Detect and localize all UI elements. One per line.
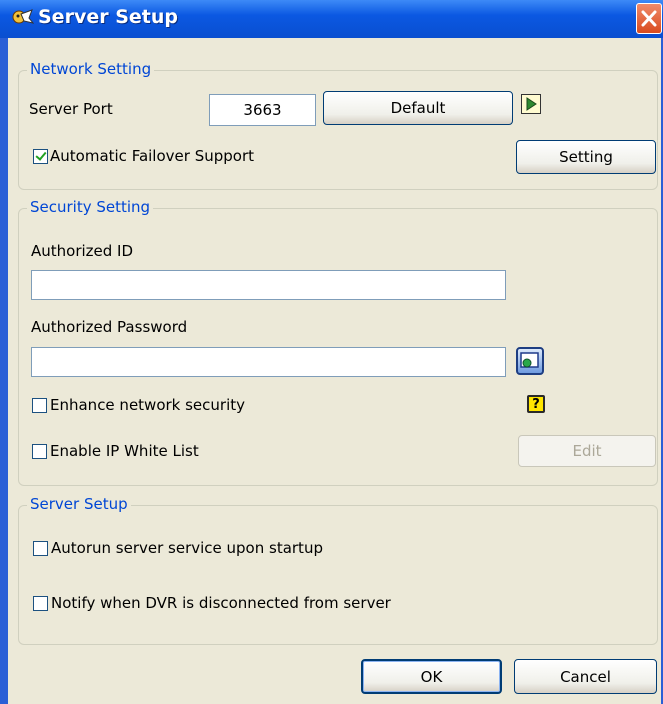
notify-label[interactable]: Notify when DVR is disconnected from ser… (51, 594, 391, 612)
password-tool-button[interactable] (516, 347, 544, 375)
ok-button[interactable]: OK (361, 659, 502, 694)
security-setting-legend: Security Setting (27, 198, 154, 216)
authorized-id-input[interactable] (31, 270, 506, 300)
autorun-checkbox[interactable] (33, 541, 48, 556)
help-question-icon[interactable]: ? (527, 395, 545, 413)
enhance-security-label[interactable]: Enhance network security (50, 396, 245, 414)
window-title: Server Setup (38, 6, 178, 28)
authorized-password-label: Authorized Password (31, 318, 188, 336)
edit-button: Edit (518, 435, 656, 467)
server-setup-legend: Server Setup (27, 495, 131, 513)
failover-checkbox[interactable] (33, 149, 48, 164)
ip-whitelist-checkbox[interactable] (32, 444, 47, 459)
ip-whitelist-label[interactable]: Enable IP White List (50, 442, 199, 460)
enhance-security-checkbox[interactable] (32, 398, 47, 413)
default-button[interactable]: Default (323, 91, 513, 125)
close-button[interactable] (636, 3, 662, 34)
server-setup-window: Server Setup Network Setting Server Port… (0, 0, 663, 704)
app-icon (12, 9, 34, 24)
setting-button[interactable]: Setting (516, 140, 656, 174)
dialog-client: Network Setting Server Port 3663 Default… (8, 38, 661, 704)
failover-label[interactable]: Automatic Failover Support (50, 147, 254, 165)
server-setup-group: Server Setup (18, 495, 658, 645)
server-port-label: Server Port (29, 100, 113, 118)
cancel-button[interactable]: Cancel (514, 659, 657, 694)
authorized-password-input[interactable] (31, 347, 506, 377)
close-icon (641, 10, 657, 27)
password-tool-icon (520, 352, 539, 368)
autorun-label[interactable]: Autorun server service upon startup (51, 539, 323, 557)
network-setting-legend: Network Setting (27, 60, 155, 78)
notify-checkbox[interactable] (33, 596, 48, 611)
play-arrow-icon[interactable] (521, 94, 541, 114)
title-bar[interactable]: Server Setup (0, 0, 663, 38)
authorized-id-label: Authorized ID (31, 242, 134, 260)
server-port-input[interactable]: 3663 (209, 94, 316, 126)
